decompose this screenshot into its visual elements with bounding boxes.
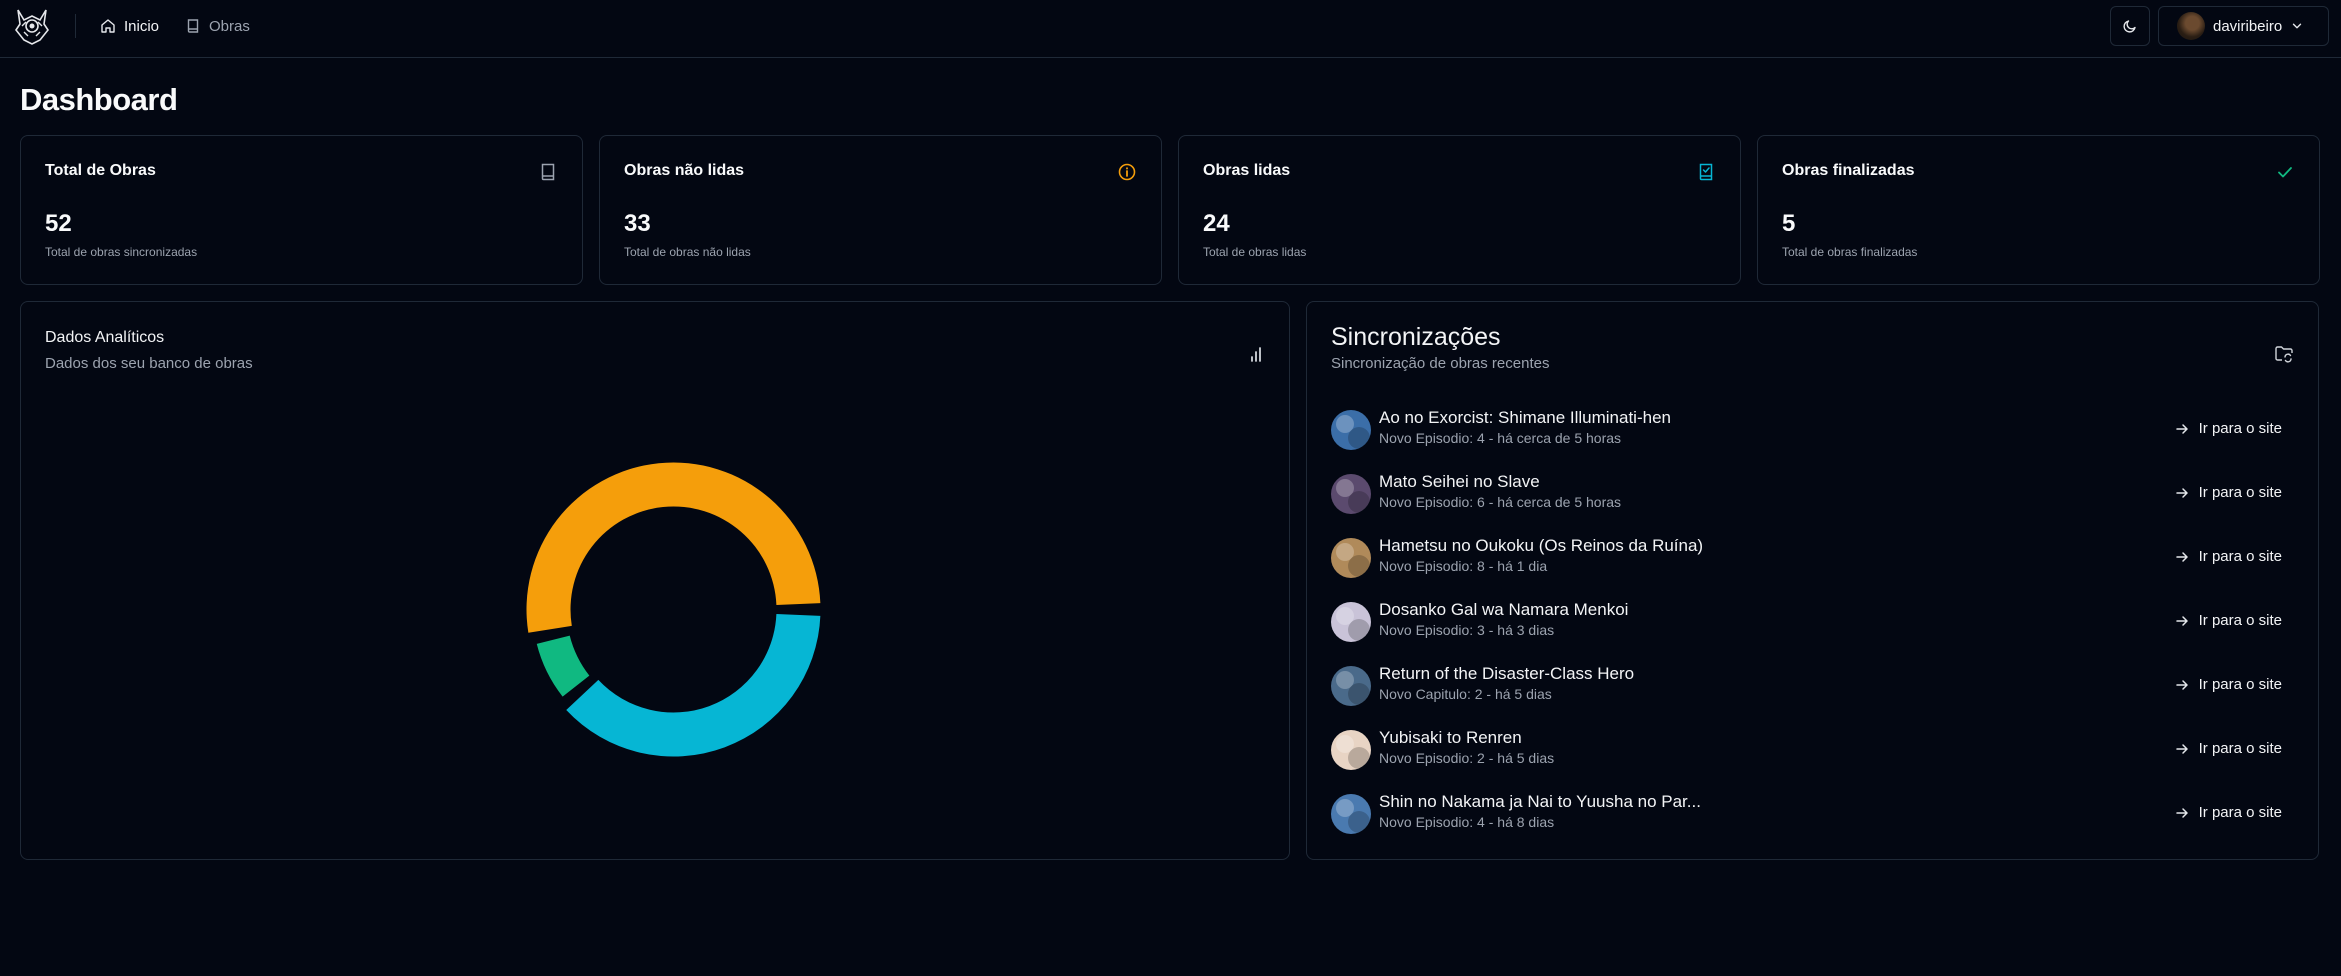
cover-thumbnail <box>1331 538 1371 578</box>
arrow-right-icon <box>2175 615 2188 626</box>
go-to-site-link[interactable]: Ir para o site <box>2175 420 2282 437</box>
wolf-logo-icon[interactable] <box>12 6 52 46</box>
user-menu-button[interactable]: daviribeiro <box>2158 6 2329 46</box>
donut-slice-0[interactable] <box>566 613 821 757</box>
chevron-down-icon <box>2293 23 2302 29</box>
theme-toggle-button[interactable] <box>2110 6 2150 46</box>
episode-detail: Novo Episodio: 3 - há 3 dias <box>1379 622 1555 638</box>
stat-value: 52 <box>45 210 72 237</box>
go-to-site-link[interactable]: Ir para o site <box>2175 740 2282 757</box>
analytics-subtitle: Dados dos seu banco de obras <box>45 355 253 372</box>
arrow-right-icon <box>2175 807 2188 818</box>
sync-panel: Sincronizações Sincronização de obras re… <box>1306 301 2319 860</box>
nav-divider <box>75 14 76 38</box>
go-to-site-label: Ir para o site <box>2198 676 2282 693</box>
work-title: Shin no Nakama ja Nai to Yuusha no Par..… <box>1379 792 1701 811</box>
donut-slice-1[interactable] <box>536 635 590 697</box>
work-title: Mato Seihei no Slave <box>1379 472 1540 491</box>
nav-item-label: Inicio <box>124 17 160 35</box>
go-to-site-label: Ir para o site <box>2198 548 2282 565</box>
sync-list-item: Shin no Nakama ja Nai to Yuusha no Par..… <box>1331 788 2296 838</box>
home-icon <box>101 19 115 33</box>
nav-item-label: Obras <box>209 17 250 35</box>
go-to-site-link[interactable]: Ir para o site <box>2175 612 2282 629</box>
go-to-site-label: Ir para o site <box>2198 420 2282 437</box>
stat-title: Obras não lidas <box>624 162 745 179</box>
arrow-right-icon <box>2175 487 2188 498</box>
stat-value: 24 <box>1203 210 1230 237</box>
work-title: Return of the Disaster-Class Hero <box>1379 664 1635 683</box>
episode-detail: Novo Capitulo: 2 - há 5 dias <box>1379 686 1552 702</box>
episode-detail: Novo Episodio: 4 - há cerca de 5 horas <box>1379 430 1622 446</box>
folder-sync-icon <box>2275 346 2293 363</box>
work-title: Ao no Exorcist: Shimane Illuminati-hen <box>1379 408 1671 427</box>
stat-title: Obras finalizadas <box>1782 162 1915 179</box>
nav-item-obras[interactable]: Obras <box>185 15 250 37</box>
sync-list-item: Dosanko Gal wa Namara Menkoi Novo Episodi… <box>1331 596 2296 646</box>
info-icon <box>1118 163 1136 181</box>
episode-detail: Novo Episodio: 2 - há 5 dias <box>1379 750 1555 766</box>
stat-value: 5 <box>1782 210 1796 237</box>
go-to-site-link[interactable]: Ir para o site <box>2175 804 2282 821</box>
book-check-icon <box>1699 163 1713 181</box>
sync-list-item: Return of the Disaster-Class Hero Novo Ca… <box>1331 660 2296 710</box>
sync-subtitle: Sincronização de obras recentes <box>1331 355 1550 372</box>
arrow-right-icon <box>2175 423 2188 434</box>
donut-slice-2[interactable] <box>526 462 821 633</box>
episode-detail: Novo Episodio: 4 - há 8 dias <box>1379 814 1555 830</box>
stat-subtitle: Total de obras sincronizadas <box>45 245 198 259</box>
analytics-title: Dados Analíticos <box>45 329 165 346</box>
go-to-site-link[interactable]: Ir para o site <box>2175 676 2282 693</box>
stat-card-lidas: Obras lidas 24 Total de obras lidas <box>1178 135 1741 285</box>
arrow-right-icon <box>2175 551 2188 562</box>
work-title: Dosanko Gal wa Namara Menkoi <box>1379 600 1629 619</box>
sync-list-item: Mato Seihei no Slave Novo Episodio: 6 - h… <box>1331 468 2296 518</box>
stat-card-finalizadas: Obras finalizadas 5 Total de obras final… <box>1757 135 2320 285</box>
stat-value: 33 <box>624 210 651 237</box>
check-icon <box>2278 167 2292 178</box>
arrow-right-icon <box>2175 679 2188 690</box>
stat-card-total: Total de Obras 52 Total de obras sincron… <box>20 135 583 285</box>
episode-detail: Novo Episodio: 6 - há cerca de 5 horas <box>1379 494 1622 510</box>
sync-title: Sincronizações <box>1331 323 1501 351</box>
stat-title: Obras lidas <box>1203 162 1291 179</box>
stat-subtitle: Total de obras lidas <box>1203 245 1307 259</box>
stat-title: Total de Obras <box>45 162 156 179</box>
go-to-site-label: Ir para o site <box>2198 740 2282 757</box>
work-title: Hametsu no Oukoku (Os Reinos da Ruína) <box>1379 536 1704 555</box>
cover-thumbnail <box>1331 410 1371 450</box>
bar-chart-icon <box>1251 347 1261 362</box>
sync-list-item: Hametsu no Oukoku (Os Reinos da Ruína) No… <box>1331 532 2296 582</box>
analytics-panel: Dados Analíticos Dados dos seu banco de … <box>20 301 1290 860</box>
go-to-site-link[interactable]: Ir para o site <box>2175 484 2282 501</box>
go-to-site-label: Ir para o site <box>2198 484 2282 501</box>
stat-card-nao-lidas: Obras não lidas 33 Total de obras não li… <box>599 135 1162 285</box>
cover-thumbnail <box>1331 666 1371 706</box>
page-title: Dashboard <box>20 82 178 117</box>
go-to-site-link[interactable]: Ir para o site <box>2175 548 2282 565</box>
stat-subtitle: Total de obras não lidas <box>624 245 751 259</box>
sync-list-item: Yubisaki to Renren Novo Episodio: 2 - há … <box>1331 724 2296 774</box>
cover-thumbnail <box>1331 794 1371 834</box>
go-to-site-label: Ir para o site <box>2198 804 2282 821</box>
episode-detail: Novo Episodio: 8 - há 1 dia <box>1379 558 1548 574</box>
user-name: daviribeiro <box>2213 17 2283 35</box>
book-icon <box>541 163 555 181</box>
nav-item-inicio[interactable]: Inicio <box>100 15 159 37</box>
work-title: Yubisaki to Renren <box>1379 728 1522 747</box>
go-to-site-label: Ir para o site <box>2198 612 2282 629</box>
top-navbar: Inicio Obras daviribeiro <box>0 0 2341 58</box>
book-icon <box>187 19 199 33</box>
arrow-right-icon <box>2175 743 2188 754</box>
cover-thumbnail <box>1331 474 1371 514</box>
cover-thumbnail <box>1331 602 1371 642</box>
stat-subtitle: Total de obras finalizadas <box>1782 245 1918 259</box>
cover-thumbnail <box>1331 730 1371 770</box>
avatar <box>2177 12 2205 40</box>
donut-chart <box>526 462 821 757</box>
sync-list-item: Ao no Exorcist: Shimane Illuminati-hen No… <box>1331 404 2296 454</box>
moon-icon <box>2123 20 2136 33</box>
